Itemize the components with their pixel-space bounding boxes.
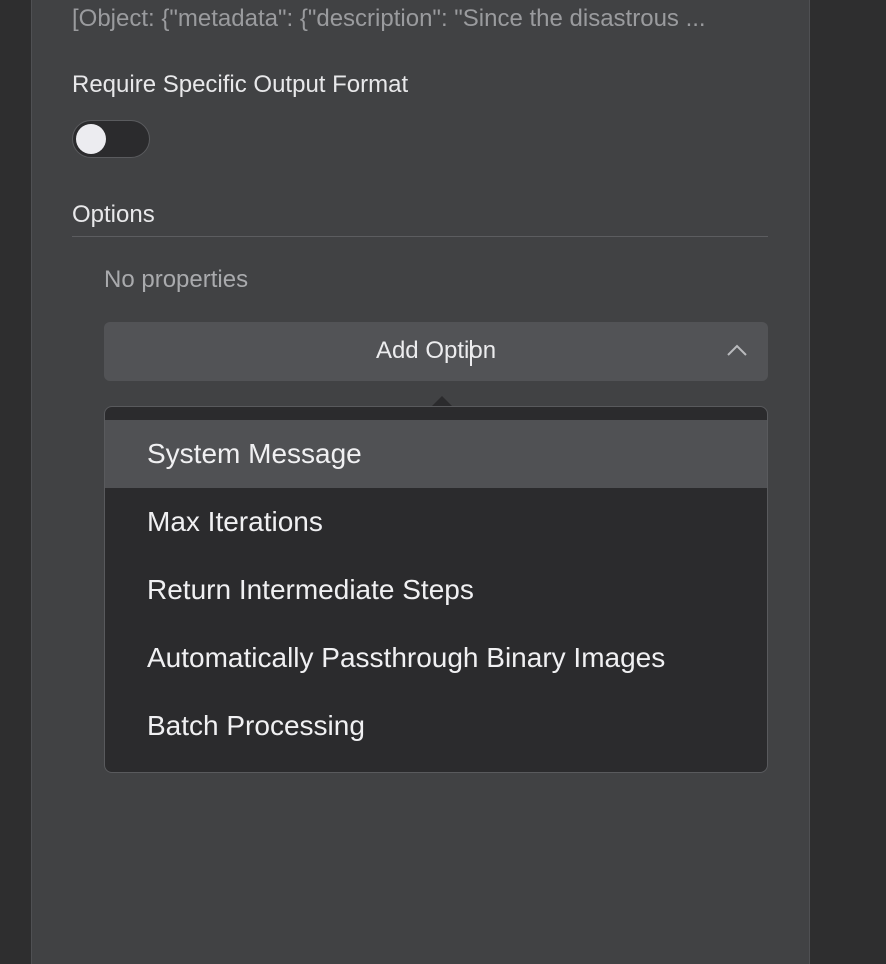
text-cursor bbox=[470, 340, 472, 366]
menu-item-passthrough-binary-images[interactable]: Automatically Passthrough Binary Images bbox=[105, 624, 767, 692]
add-option-dropdown: System Message Max Iterations Return Int… bbox=[104, 406, 768, 773]
require-output-format-toggle[interactable] bbox=[72, 120, 150, 158]
menu-item-label: System Message bbox=[147, 438, 362, 469]
left-gutter bbox=[0, 0, 31, 964]
menu-item-system-message[interactable]: System Message bbox=[105, 420, 767, 488]
options-heading: Options bbox=[72, 201, 155, 228]
add-option-button[interactable]: Add Option bbox=[104, 322, 768, 381]
no-properties-text: No properties bbox=[104, 266, 249, 293]
right-gutter bbox=[809, 0, 886, 964]
menu-item-max-iterations[interactable]: Max Iterations bbox=[105, 488, 767, 556]
chevron-up-icon bbox=[727, 344, 747, 356]
options-divider bbox=[72, 236, 768, 237]
toggle-knob bbox=[76, 124, 106, 154]
menu-item-label: Batch Processing bbox=[147, 710, 365, 741]
menu-item-label: Return Intermediate Steps bbox=[147, 574, 474, 605]
menu-item-label: Automatically Passthrough Binary Images bbox=[147, 642, 666, 673]
menu-item-batch-processing[interactable]: Batch Processing bbox=[105, 692, 767, 760]
add-option-label: Add Option bbox=[375, 337, 497, 364]
menu-item-return-intermediate-steps[interactable]: Return Intermediate Steps bbox=[105, 556, 767, 624]
object-preview-text: [Object: {"metadata": {"description": "S… bbox=[72, 5, 706, 32]
require-output-format-label: Require Specific Output Format bbox=[72, 71, 409, 98]
menu-item-label: Max Iterations bbox=[147, 506, 323, 537]
